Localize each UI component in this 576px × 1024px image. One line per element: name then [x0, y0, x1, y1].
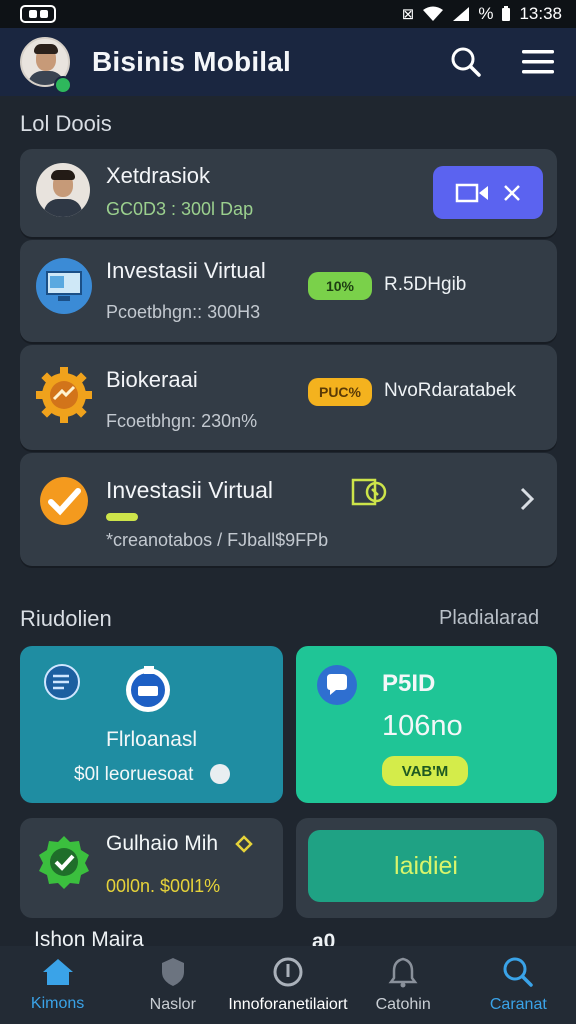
gear-icon [36, 367, 92, 423]
online-badge [54, 76, 72, 94]
person-avatar-icon [36, 163, 90, 217]
tag-icon [235, 835, 253, 853]
menu-button[interactable] [520, 44, 556, 80]
list-item-title: Xetdrasiok [106, 163, 210, 188]
nav-security[interactable]: Naslor [118, 956, 228, 1014]
list-item-title: Investasii Virtual [106, 258, 266, 283]
nav-label: Innoforanetilaiort [228, 996, 348, 1013]
bottom-navigation: Kimons Naslor Innoforanetilaiort Catohin… [0, 946, 576, 1024]
list-item-broker[interactable]: Biokeraai Fcoetbhgn: 230n% PUC% NvoRdara… [20, 345, 557, 450]
home-icon [42, 959, 73, 985]
search-icon [503, 957, 534, 987]
nav-label: Caranat [489, 996, 547, 1013]
bell-icon [388, 957, 418, 988]
tile-title: P5ID [382, 670, 436, 697]
tile-chip[interactable]: VAB'M [382, 756, 468, 786]
tile-profit[interactable]: Gulhaio Mih 00l0n. $00l1% [20, 818, 283, 918]
app-header: Bisinis Mobilal [0, 28, 576, 96]
tile-action-container: laidiei [296, 818, 557, 918]
chevron-right-icon[interactable] [518, 486, 536, 512]
list-item-subtitle: GC0D3 : 300l Dap [106, 199, 254, 219]
toggle-dot-icon [210, 764, 230, 784]
notification-pill-icon [20, 5, 56, 23]
tile-value: 106no [382, 710, 463, 742]
list-item-investment-2[interactable]: Investasii Virtual *creanotabos / FJball… [20, 453, 557, 566]
nav-notifications[interactable]: Catohin [348, 956, 458, 1014]
page-title: Bisinis Mobilal [92, 46, 292, 77]
list-item-investment[interactable]: Investasii Virtual Pcoetbhgn:: 300H3 10%… [20, 240, 557, 342]
search-button[interactable] [448, 44, 484, 80]
battery-icon [502, 6, 511, 21]
nav-home[interactable]: Kimons [3, 957, 113, 1013]
verified-badge-icon [39, 836, 89, 889]
list-item-subtitle: *creanotabos / FJball$9FPb [106, 530, 329, 550]
chat-icon [317, 665, 357, 705]
status-badge: 10% [308, 272, 372, 300]
tile-pbid[interactable]: P5ID 106no VAB'M [296, 646, 557, 803]
nav-label: Kimons [30, 995, 85, 1012]
nav-info[interactable]: Innoforanetilaiort [228, 956, 348, 1014]
card-action-button[interactable] [433, 166, 543, 219]
list-section-title: Lol Doois [20, 111, 112, 136]
list-item-subtitle: Fcoetbhgn: 230n% [106, 411, 258, 431]
list-item-value: R.5DHgib [384, 274, 467, 295]
nav-label: Naslor [149, 996, 196, 1013]
signal-icon [453, 7, 470, 21]
nfc-icon: ⊠ [401, 6, 415, 23]
nav-search[interactable]: Caranat [463, 956, 573, 1014]
list-item-subtitle: Pcoetbhgn:: 300H3 [106, 302, 261, 322]
tile-value: 00l0n. $00l1% [106, 876, 221, 896]
camera-icon [455, 183, 488, 202]
status-badge: PUC% [308, 378, 372, 406]
tile-title: Gulhaio Mih [106, 832, 219, 855]
wallet-icon [126, 666, 170, 712]
list-item-profile[interactable]: Xetdrasiok GC0D3 : 300l Dap [20, 149, 557, 237]
search-icon [451, 47, 481, 77]
close-icon [504, 184, 520, 201]
list-item-title: Biokeraai [106, 367, 198, 392]
list-item-value: NvoRdaratabek [384, 380, 517, 401]
check-circle-icon [40, 477, 88, 525]
transfer-icon[interactable] [350, 475, 390, 509]
status-bar: ⊠ % 13:38 [0, 0, 576, 28]
tile-label: Flrloanasl [106, 728, 198, 751]
tile-finance[interactable]: Flrloanasl $0l leoruesoat [20, 646, 283, 803]
computer-icon [36, 258, 92, 314]
tiles-section-link[interactable]: Pladialarad [439, 607, 539, 630]
info-circle-icon [273, 957, 303, 987]
hamburger-menu-icon [522, 50, 554, 74]
action-button[interactable]: laidiei [308, 830, 544, 902]
list-item-title: Investasii Virtual [106, 477, 274, 503]
progress-indicator [106, 513, 138, 521]
document-icon [44, 664, 80, 700]
shield-icon [161, 958, 184, 986]
tile-caption: $0l leoruesoat [74, 764, 194, 785]
nav-label: Catohin [375, 996, 431, 1013]
status-time: 13:38 [519, 4, 562, 23]
wifi-icon [423, 6, 444, 21]
signal-text: % [478, 4, 494, 23]
tiles-section-title: Riudolien [20, 606, 112, 631]
